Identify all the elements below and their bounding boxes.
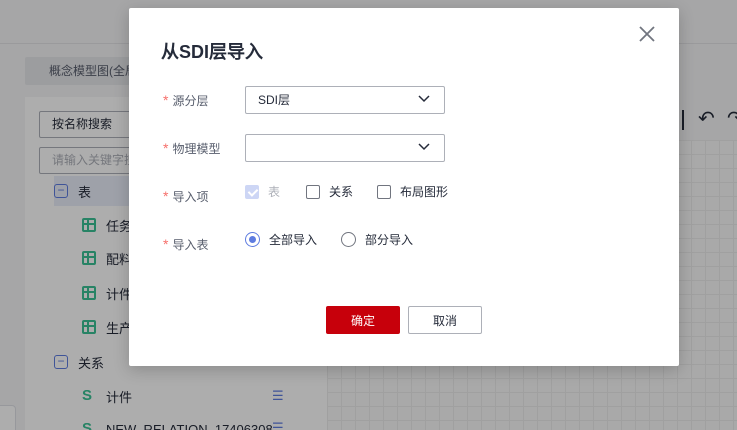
close-icon[interactable] xyxy=(637,24,657,44)
required-mark: * xyxy=(163,236,169,252)
checkbox-box[interactable] xyxy=(306,184,320,199)
radio-dot[interactable] xyxy=(341,232,356,247)
radio-label: 部分导入 xyxy=(365,233,414,247)
source-layer-label: * 源分层 xyxy=(163,92,208,109)
physical-model-select[interactable] xyxy=(245,134,445,162)
radio-import-all[interactable]: 全部导入 xyxy=(245,231,317,248)
checkbox-box[interactable] xyxy=(377,184,391,199)
radio-dot[interactable] xyxy=(245,232,260,247)
import-dialog: 从SDI层导入 * 源分层 SDI层 * 物理模型 * 导入项 表 关系 布局图形 *… xyxy=(129,8,679,366)
label-text: 导入表 xyxy=(172,238,209,252)
source-layer-select[interactable]: SDI层 xyxy=(245,86,445,114)
checkbox-label: 关系 xyxy=(329,185,354,199)
required-mark: * xyxy=(163,140,169,156)
required-mark: * xyxy=(163,188,169,204)
chevron-down-icon xyxy=(418,143,430,151)
required-mark: * xyxy=(163,92,169,108)
checkbox-box[interactable] xyxy=(245,184,259,199)
checkbox-label: 布局图形 xyxy=(400,185,449,199)
cancel-button[interactable]: 取消 xyxy=(408,306,482,334)
checkbox-label: 表 xyxy=(268,185,281,199)
dialog-title: 从SDI层导入 xyxy=(161,42,264,62)
select-value: SDI层 xyxy=(258,93,291,107)
label-text: 源分层 xyxy=(172,94,209,108)
label-text: 导入项 xyxy=(172,190,209,204)
label-text: 物理模型 xyxy=(172,142,221,156)
import-items-label: * 导入项 xyxy=(163,188,208,205)
radio-import-partial[interactable]: 部分导入 xyxy=(341,231,413,248)
chevron-down-icon xyxy=(418,95,430,103)
checkbox-relation[interactable]: 关系 xyxy=(306,183,353,200)
physical-model-label: * 物理模型 xyxy=(163,140,220,157)
import-table-label: * 导入表 xyxy=(163,236,208,253)
radio-label: 全部导入 xyxy=(269,233,318,247)
checkbox-layout-graphics[interactable]: 布局图形 xyxy=(377,183,448,200)
checkbox-table[interactable]: 表 xyxy=(245,183,280,200)
confirm-button[interactable]: 确定 xyxy=(326,306,400,334)
